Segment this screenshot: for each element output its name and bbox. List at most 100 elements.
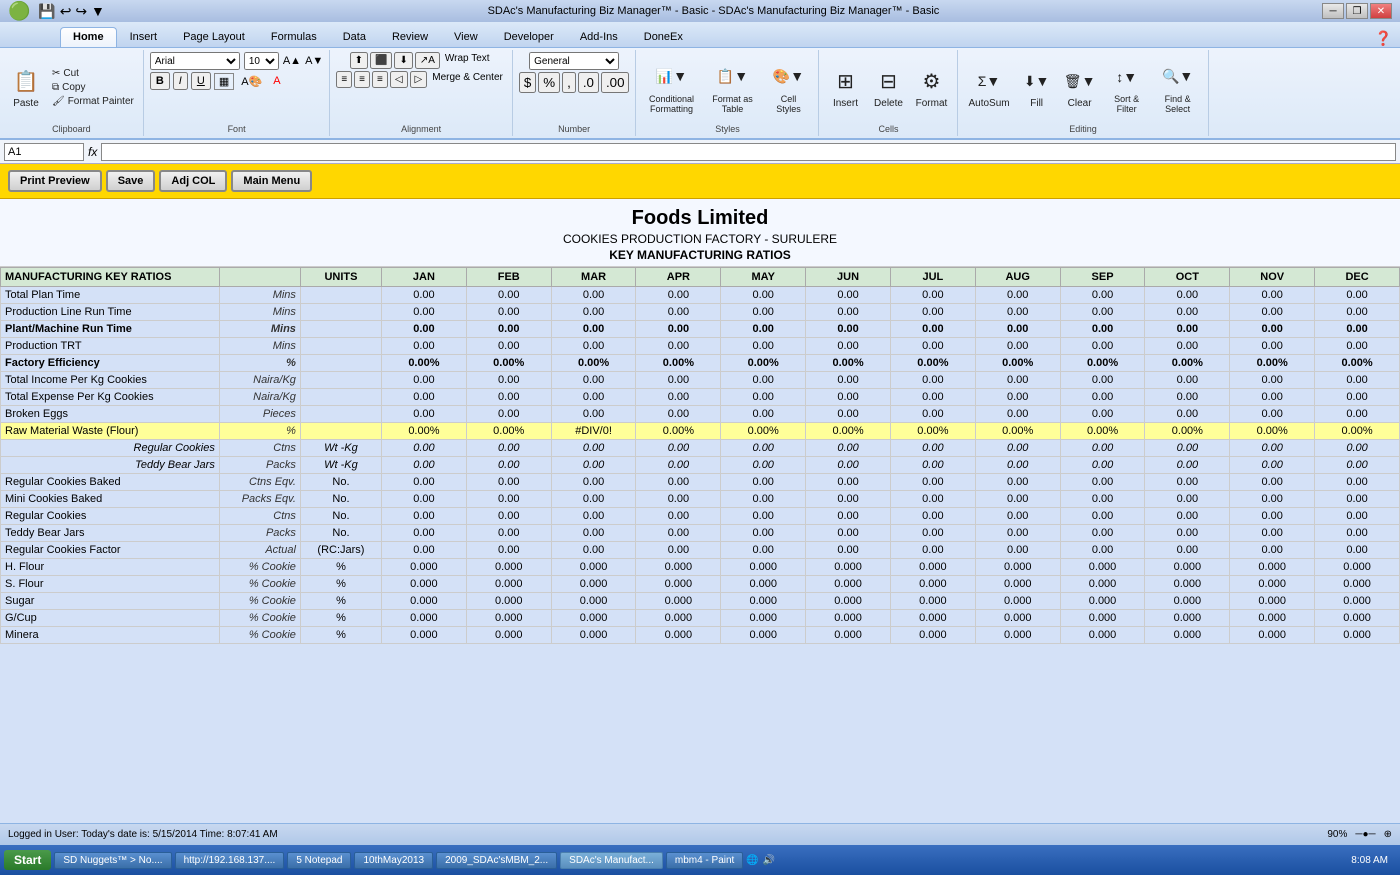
cell-value[interactable]: 0.00: [1230, 406, 1315, 423]
cell-value[interactable]: 0.000: [721, 576, 806, 593]
align-center-button[interactable]: ≡: [354, 71, 370, 88]
autosum-button[interactable]: Σ▼ AutoSum: [964, 63, 1013, 111]
paste-button[interactable]: 📋 Paste: [6, 63, 46, 111]
cell-value[interactable]: 0.00: [1145, 457, 1230, 474]
cell-sub[interactable]: % Cookie: [219, 576, 300, 593]
cell-value[interactable]: 0.000: [975, 610, 1060, 627]
cell-value[interactable]: 0.00: [721, 491, 806, 508]
cell-label[interactable]: Sugar: [1, 593, 220, 610]
table-row[interactable]: Total Income Per Kg CookiesNaira/Kg0.000…: [1, 372, 1400, 389]
cell-value[interactable]: 0.00%: [382, 423, 467, 440]
cell-value[interactable]: 0.00%: [466, 423, 551, 440]
cell-value[interactable]: 0.00: [806, 457, 891, 474]
cell-value[interactable]: 0.000: [1230, 627, 1315, 644]
cell-value[interactable]: 0.00: [636, 304, 721, 321]
cell-sub[interactable]: %: [219, 355, 300, 372]
cell-value[interactable]: 0.00%: [1145, 423, 1230, 440]
cell-value[interactable]: 0.00: [551, 474, 636, 491]
cell-value[interactable]: 0.00: [466, 474, 551, 491]
cell-value[interactable]: 0.00: [382, 508, 467, 525]
table-row[interactable]: Teddy Bear JarsPacksWt -Kg0.000.000.000.…: [1, 457, 1400, 474]
cell-value[interactable]: 0.00: [466, 542, 551, 559]
cell-value[interactable]: 0.000: [1145, 627, 1230, 644]
cell-units[interactable]: No.: [300, 508, 381, 525]
cell-value[interactable]: 0.00: [1060, 389, 1145, 406]
cell-sub[interactable]: Packs: [219, 525, 300, 542]
cell-value[interactable]: 0.000: [975, 593, 1060, 610]
cell-value[interactable]: 0.00: [890, 525, 975, 542]
cell-value[interactable]: 0.00: [382, 389, 467, 406]
zoom-slider[interactable]: ─●─: [1355, 829, 1375, 840]
align-left-button[interactable]: ≡: [336, 71, 352, 88]
cell-units[interactable]: [300, 304, 381, 321]
table-row[interactable]: Plant/Machine Run TimeMins0.000.000.000.…: [1, 321, 1400, 338]
cell-label[interactable]: Minera: [1, 627, 220, 644]
cell-value[interactable]: 0.00: [551, 321, 636, 338]
cell-value[interactable]: 0.000: [1230, 576, 1315, 593]
cell-value[interactable]: 0.00: [636, 406, 721, 423]
cell-value[interactable]: 0.000: [975, 559, 1060, 576]
cell-value[interactable]: 0.00: [890, 372, 975, 389]
cell-units[interactable]: %: [300, 610, 381, 627]
formula-input[interactable]: [101, 143, 1396, 161]
tab-developer[interactable]: Developer: [491, 27, 567, 47]
cell-value[interactable]: 0.00: [1315, 389, 1400, 406]
tab-donex[interactable]: DoneEx: [631, 27, 696, 47]
cell-value[interactable]: 0.00: [1145, 525, 1230, 542]
cell-value[interactable]: 0.00: [1145, 474, 1230, 491]
cell-value[interactable]: 0.00: [551, 542, 636, 559]
cell-value[interactable]: 0.000: [806, 559, 891, 576]
cell-value[interactable]: 0.00: [1315, 321, 1400, 338]
cell-value[interactable]: 0.00%: [975, 423, 1060, 440]
cell-value[interactable]: 0.00: [636, 474, 721, 491]
cell-value[interactable]: 0.00: [1060, 491, 1145, 508]
cell-value[interactable]: 0.000: [466, 593, 551, 610]
table-row[interactable]: Regular CookiesCtnsNo.0.000.000.000.000.…: [1, 508, 1400, 525]
cell-value[interactable]: 0.00: [1315, 542, 1400, 559]
cell-value[interactable]: 0.000: [551, 593, 636, 610]
table-row[interactable]: Broken EggsPieces0.000.000.000.000.000.0…: [1, 406, 1400, 423]
cell-value[interactable]: 0.00: [551, 508, 636, 525]
table-row[interactable]: Total Expense Per Kg CookiesNaira/Kg0.00…: [1, 389, 1400, 406]
cell-value[interactable]: 0.00: [466, 491, 551, 508]
cell-value[interactable]: 0.00: [1145, 287, 1230, 304]
cell-value[interactable]: 0.00%: [721, 355, 806, 372]
cell-value[interactable]: 0.00: [1230, 372, 1315, 389]
cell-value[interactable]: 0.00: [1060, 406, 1145, 423]
cell-value[interactable]: 0.00: [721, 338, 806, 355]
percent-button[interactable]: %: [538, 72, 560, 93]
cell-value[interactable]: 0.000: [382, 610, 467, 627]
italic-button[interactable]: I: [173, 72, 188, 90]
cell-value[interactable]: 0.000: [636, 559, 721, 576]
cell-value[interactable]: 0.00%: [382, 355, 467, 372]
cell-value[interactable]: 0.000: [1060, 593, 1145, 610]
taskbar-item-6[interactable]: mbm4 - Paint: [666, 852, 743, 869]
cell-value[interactable]: 0.00: [551, 440, 636, 457]
currency-button[interactable]: $: [519, 72, 536, 93]
indent-increase-button[interactable]: ▷: [410, 71, 428, 88]
align-middle-button[interactable]: ⬛: [370, 52, 392, 69]
cell-value[interactable]: 0.000: [1060, 559, 1145, 576]
cell-value[interactable]: 0.00: [1145, 406, 1230, 423]
cell-value[interactable]: 0.00: [466, 338, 551, 355]
cell-value[interactable]: 0.00: [551, 304, 636, 321]
cell-value[interactable]: 0.00: [636, 457, 721, 474]
align-right-button[interactable]: ≡: [372, 71, 388, 88]
cell-value[interactable]: 0.000: [890, 576, 975, 593]
cell-value[interactable]: 0.000: [551, 559, 636, 576]
cell-label[interactable]: Regular Cookies Factor: [1, 542, 220, 559]
cell-value[interactable]: 0.000: [890, 627, 975, 644]
cell-value[interactable]: 0.00: [466, 389, 551, 406]
cell-value[interactable]: 0.00: [721, 287, 806, 304]
cell-value[interactable]: 0.00: [551, 389, 636, 406]
format-button[interactable]: ⚙ Format: [911, 63, 951, 111]
cell-value[interactable]: 0.00: [466, 440, 551, 457]
cell-units[interactable]: [300, 389, 381, 406]
taskbar-item-0[interactable]: SD Nuggets™ > No....: [54, 852, 171, 869]
border-icon[interactable]: ▦: [214, 73, 234, 90]
cell-value[interactable]: 0.00: [466, 304, 551, 321]
cell-value[interactable]: 0.00: [551, 287, 636, 304]
cell-value[interactable]: 0.00: [806, 440, 891, 457]
wrap-text-button[interactable]: Wrap Text: [442, 52, 493, 69]
insert-button[interactable]: ⊞ Insert: [825, 63, 865, 111]
